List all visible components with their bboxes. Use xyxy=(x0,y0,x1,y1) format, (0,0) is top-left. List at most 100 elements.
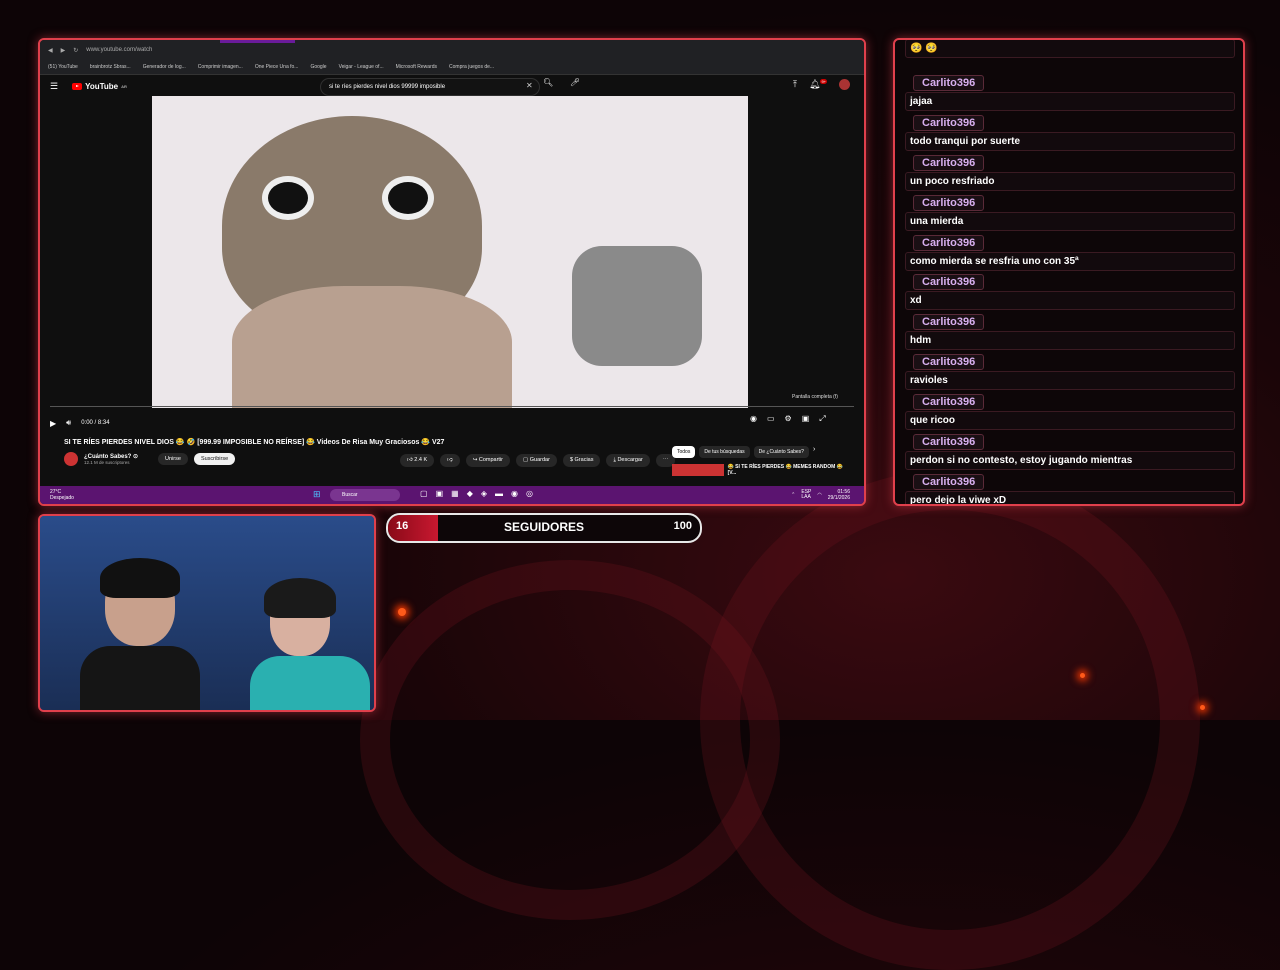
forward-icon[interactable]: ▶ xyxy=(61,47,66,54)
video-frame-thumb xyxy=(572,246,702,366)
bookmark-item[interactable]: Google xyxy=(310,64,326,70)
like-button[interactable]: 👍︎ 2.4 K xyxy=(400,454,435,467)
play-icon[interactable]: ▶ xyxy=(50,419,56,428)
chat-message: Carlito396 perdon si no contesto, estoy … xyxy=(905,432,1235,470)
bell-icon[interactable]: 🔔︎9+ xyxy=(809,79,827,90)
bookmark-item[interactable]: brainbrotz Sbras... xyxy=(90,64,131,70)
chat-message-text: una mierda xyxy=(905,212,1235,231)
streamer-person xyxy=(80,556,200,710)
bookmark-item[interactable]: Generador de log... xyxy=(143,64,186,70)
chat-message-text: 🥺 🥺 xyxy=(905,40,1235,58)
share-button[interactable]: ↪ Compartir xyxy=(465,454,511,467)
streamer-person xyxy=(240,576,370,710)
taskbar-search[interactable]: Buscar xyxy=(330,489,400,501)
chat-message-text: ravioles xyxy=(905,371,1235,390)
download-button[interactable]: ⤓ Descargar xyxy=(606,454,650,467)
chat-username: Carlito396 xyxy=(913,155,985,171)
video-controls-right: ◉ ▭ ⚙ ▣ ⤢ xyxy=(750,414,826,424)
chevron-right-icon[interactable]: › xyxy=(813,446,815,458)
cat-eye xyxy=(382,176,434,220)
lang-indicator[interactable]: ESP LAA xyxy=(801,490,811,500)
video-player[interactable] xyxy=(152,96,748,408)
miniplayer-icon[interactable]: ▣ xyxy=(802,414,810,424)
bookmark-item[interactable]: One Piece Una fo... xyxy=(255,64,299,70)
chat-username: Carlito396 xyxy=(913,394,985,410)
menu-icon[interactable]: ☰ xyxy=(50,81,58,92)
youtube-logo[interactable]: YouTube AR xyxy=(72,82,127,91)
url-bar[interactable]: www.youtube.com/watch xyxy=(86,47,152,53)
video-controls: ▶ 🔊︎ 0:00 / 8:34 xyxy=(40,412,864,434)
video-title: SI TE RÍES PIERDES NIVEL DIOS 😂 🤣 [999.9… xyxy=(64,439,445,446)
bookmark-item[interactable]: (51) YouTube xyxy=(48,64,78,70)
app-icon[interactable]: ▦ xyxy=(451,489,459,498)
channel-row: ¿Cuánto Sabes? ⊙ 12.1 M de suscriptores … xyxy=(64,452,236,466)
video-progress-bar[interactable] xyxy=(50,406,854,407)
webcam-feed xyxy=(38,514,376,712)
search-input[interactable]: si te ríes pierdes nivel dios 99999 impo… xyxy=(320,78,540,96)
windows-start-icon[interactable]: ⊞ xyxy=(313,489,321,500)
bookmark-item[interactable]: Compra juegos de... xyxy=(449,64,494,70)
mic-icon[interactable]: 🎤︎ xyxy=(570,78,580,87)
settings-icon[interactable]: ⚙ xyxy=(785,414,792,424)
app-icon[interactable]: ▣ xyxy=(436,489,444,498)
chat-message: Carlito396 un poco resfriado xyxy=(905,153,1235,191)
dislike-button[interactable]: 👎︎ xyxy=(440,454,460,467)
taskbar-apps: ▢ ▣ ▦ ◆ ◈ ▬ ◉ ◎ xyxy=(420,489,533,498)
upload-icon[interactable]: ⤒ xyxy=(793,79,797,90)
channel-name[interactable]: ¿Cuánto Sabes? ⊙ xyxy=(84,453,138,460)
join-button[interactable]: Unirse xyxy=(158,453,188,465)
wifi-icon[interactable]: ◠ xyxy=(817,492,821,498)
chat-username: Carlito396 xyxy=(913,434,985,450)
chat-message: Carlito396 como mierda se resfria uno co… xyxy=(905,233,1235,271)
chat-message: Carlito396 ravioles xyxy=(905,352,1235,390)
subscribe-button[interactable]: Suscribirse xyxy=(193,453,236,465)
app-icon[interactable]: ◆ xyxy=(467,489,473,498)
clock[interactable]: 01:56 29/1/2026 xyxy=(828,489,850,501)
chat-username: Carlito396 xyxy=(913,354,985,370)
followers-label: SEGUIDORES xyxy=(503,520,584,534)
active-tab-indicator xyxy=(220,40,295,43)
autoplay-toggle[interactable]: ◉ xyxy=(750,414,757,424)
subtitles-icon[interactable]: ▭ xyxy=(767,414,775,424)
browser-toolbar: ◀ ▶ ↻ www.youtube.com/watch xyxy=(40,40,864,60)
chat-message: Carlito396 que ricoo xyxy=(905,392,1235,430)
chrome-icon[interactable]: ◎ xyxy=(526,489,533,498)
volume-icon[interactable]: 🔊︎ xyxy=(66,418,71,428)
back-icon[interactable]: ◀ xyxy=(48,47,53,54)
thanks-button[interactable]: $ Gracias xyxy=(562,454,601,467)
chat-username: Carlito396 xyxy=(913,274,985,290)
fullscreen-icon[interactable]: ⤢ xyxy=(819,414,825,424)
chip-channel[interactable]: De ¿Cuánto Sabes? xyxy=(753,446,809,458)
followers-goal: 100 xyxy=(673,520,692,532)
chevron-up-icon[interactable]: ⌃ xyxy=(791,492,795,498)
chat-message-text: jajaa xyxy=(905,92,1235,111)
bookmark-item[interactable]: Microsoft Rewards xyxy=(396,64,437,70)
chip-all[interactable]: Todos xyxy=(672,446,696,458)
header-actions: ⤒ 🔔︎9+ xyxy=(793,79,850,90)
task-view-icon[interactable]: ▢ xyxy=(420,489,428,498)
bookmark-item[interactable]: Veigar - League of... xyxy=(339,64,384,70)
chat-username: Carlito396 xyxy=(913,195,985,211)
time-display: 0:00 / 8:34 xyxy=(81,420,110,426)
folder-icon[interactable]: ▬ xyxy=(495,489,503,498)
recommendation-item[interactable]: 😂 SI TE RÍES PIERDES 😂 MEMES RANDOM 😂 [V… xyxy=(672,464,852,476)
weather-widget[interactable]: 27°C Despejado xyxy=(40,489,74,501)
channel-avatar[interactable] xyxy=(64,452,78,466)
ember xyxy=(398,608,406,616)
search-icon[interactable]: 🔍︎ xyxy=(543,78,553,87)
chat-message-text: que ricoo xyxy=(905,411,1235,430)
chat-message: Carlito396 jajaa xyxy=(905,73,1235,111)
clear-search-icon[interactable]: ✕ xyxy=(526,81,533,90)
avatar[interactable] xyxy=(839,79,850,90)
reload-icon[interactable]: ↻ xyxy=(73,47,78,54)
chat-username: Carlito396 xyxy=(913,474,985,490)
chip-searches[interactable]: De tus búsquedas xyxy=(699,446,750,458)
chat-message-text: un poco resfriado xyxy=(905,172,1235,191)
recommendation-thumbnail xyxy=(672,464,724,476)
app-icon[interactable]: ◉ xyxy=(511,489,518,498)
chat-message-text: todo tranqui por suerte xyxy=(905,132,1235,151)
bookmark-item[interactable]: Comprimir imagen... xyxy=(198,64,243,70)
app-icon[interactable]: ◈ xyxy=(481,489,487,498)
save-button[interactable]: ▢ Guardar xyxy=(516,454,557,467)
cat-eye xyxy=(262,176,314,220)
